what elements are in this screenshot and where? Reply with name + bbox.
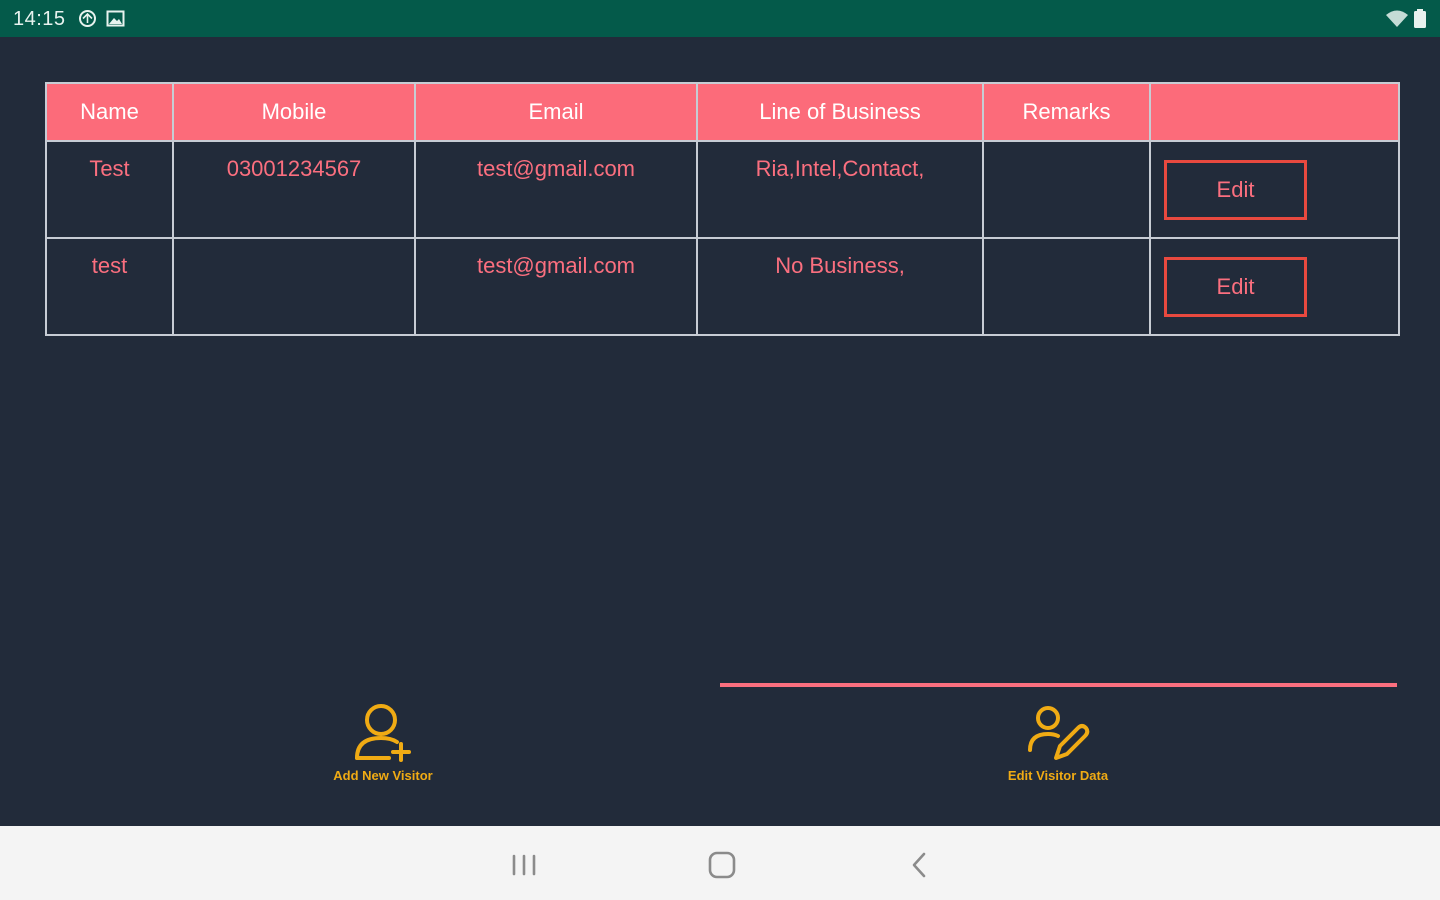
tab-label: Edit Visitor Data bbox=[1007, 768, 1109, 783]
table-header-row: Name Mobile Email Line of Business Remar… bbox=[45, 82, 1400, 142]
cell-business: No Business, bbox=[696, 237, 984, 336]
wifi-icon bbox=[1385, 9, 1409, 33]
sync-icon bbox=[78, 9, 97, 33]
cell-name: test bbox=[45, 237, 174, 336]
table-row: test test@gmail.com No Business, Edit bbox=[45, 237, 1400, 336]
system-navigation-bar bbox=[0, 826, 1440, 900]
status-bar: 14:15 bbox=[0, 0, 1440, 37]
header-remarks: Remarks bbox=[982, 82, 1151, 142]
cell-business: Ria,Intel,Contact, bbox=[696, 140, 984, 239]
cell-remarks bbox=[982, 237, 1151, 336]
cell-mobile: 03001234567 bbox=[172, 140, 416, 239]
selected-tab-indicator bbox=[720, 683, 1397, 687]
header-actions bbox=[1149, 82, 1400, 142]
cell-email: test@gmail.com bbox=[414, 140, 698, 239]
tab-add-new-visitor[interactable]: Add New Visitor bbox=[263, 700, 503, 800]
add-user-icon bbox=[263, 700, 503, 762]
header-line-of-business: Line of Business bbox=[696, 82, 984, 142]
header-email: Email bbox=[414, 82, 698, 142]
tab-edit-visitor-data[interactable]: Edit Visitor Data bbox=[938, 700, 1178, 800]
header-mobile: Mobile bbox=[172, 82, 416, 142]
edit-user-icon bbox=[938, 700, 1178, 762]
gallery-icon bbox=[106, 9, 125, 33]
back-icon[interactable] bbox=[903, 848, 937, 882]
visitor-table-container: Name Mobile Email Line of Business Remar… bbox=[45, 82, 1400, 336]
cell-email: test@gmail.com bbox=[414, 237, 698, 336]
visitor-table: Name Mobile Email Line of Business Remar… bbox=[45, 82, 1400, 336]
status-time: 14:15 bbox=[13, 8, 66, 30]
recents-icon[interactable] bbox=[507, 848, 541, 882]
cell-mobile bbox=[172, 237, 416, 336]
cell-name: Test bbox=[45, 140, 174, 239]
header-name: Name bbox=[45, 82, 174, 142]
table-row: Test 03001234567 test@gmail.com Ria,Inte… bbox=[45, 140, 1400, 239]
edit-button[interactable]: Edit bbox=[1164, 159, 1307, 220]
cell-action: Edit bbox=[1149, 237, 1400, 336]
battery-icon bbox=[1413, 9, 1427, 33]
cell-action: Edit bbox=[1149, 140, 1400, 239]
cell-remarks bbox=[982, 140, 1151, 239]
tab-label: Add New Visitor bbox=[333, 768, 433, 783]
home-icon[interactable] bbox=[705, 848, 739, 882]
edit-button[interactable]: Edit bbox=[1164, 256, 1307, 317]
